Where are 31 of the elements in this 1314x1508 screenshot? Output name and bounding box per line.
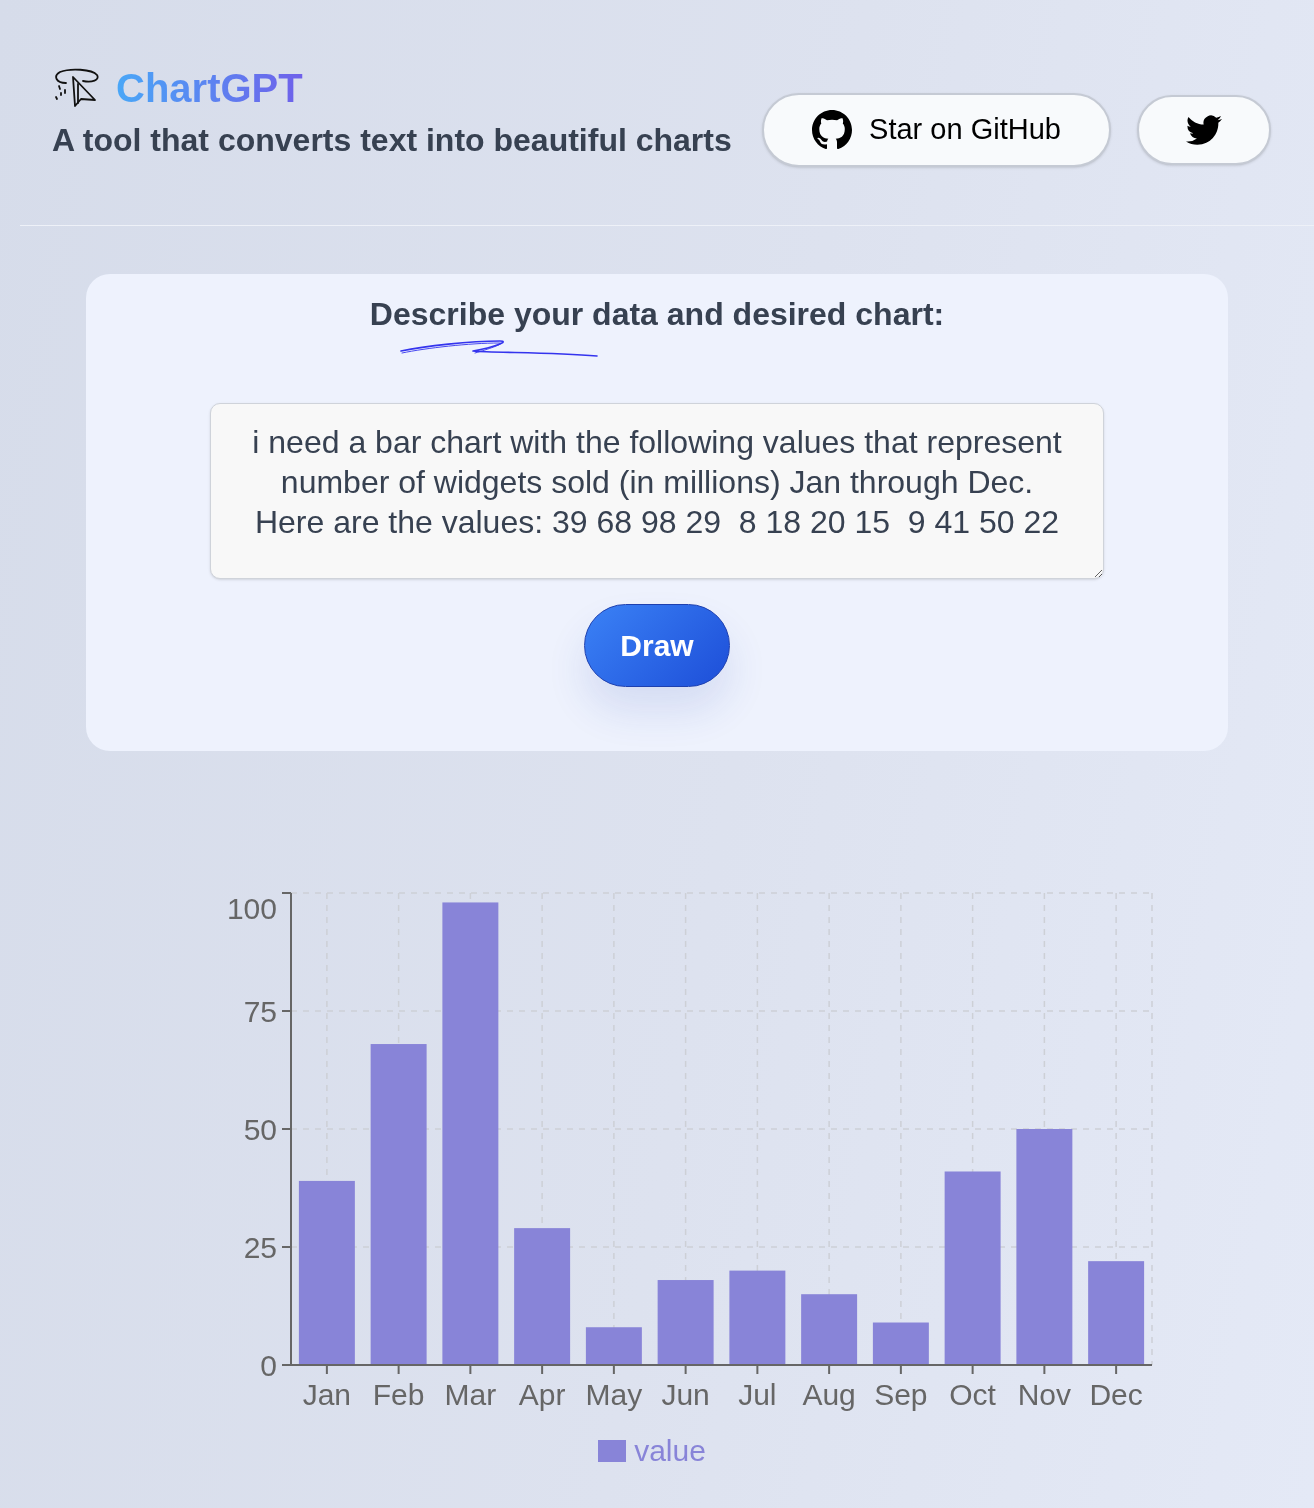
chart-bar xyxy=(585,1327,642,1365)
chart-bar xyxy=(801,1294,858,1365)
x-axis-label: Feb xyxy=(372,1377,425,1411)
prompt-textarea[interactable]: i need a bar chart with the following values that represent number of widgets sold (in millions) Jan through Dec. Here are the values: 39 68 98 29 8 18 20 15 9 41 50 22 xyxy=(210,403,1104,579)
x-axis-label: Dec xyxy=(1089,1377,1143,1411)
x-axis-label: Jan xyxy=(302,1377,352,1411)
x-axis-label: Mar xyxy=(444,1377,497,1411)
x-axis-label: Oct xyxy=(949,1377,996,1411)
tagline: A tool that converts text into beautiful charts xyxy=(52,122,732,158)
chart-bar xyxy=(872,1322,929,1365)
github-icon xyxy=(812,110,853,150)
legend-label: value xyxy=(634,1435,706,1467)
x-axis-label: Apr xyxy=(518,1377,566,1411)
bird-icon xyxy=(1186,115,1222,145)
x-axis-label: Sep xyxy=(874,1377,928,1411)
y-axis-label: 75 xyxy=(243,994,277,1028)
pointer-swirl-icon xyxy=(52,68,100,108)
x-axis-label: Jun xyxy=(661,1377,710,1411)
x-axis-label: May xyxy=(585,1377,643,1411)
y-axis-label: 25 xyxy=(243,1230,277,1264)
x-axis-label: Jul xyxy=(738,1377,777,1411)
y-axis-label: 100 xyxy=(226,891,277,925)
github-star-button[interactable]: Star on GitHub xyxy=(762,93,1111,167)
squiggle-icon xyxy=(399,338,598,358)
y-axis-label: 0 xyxy=(260,1348,277,1382)
bird-button[interactable] xyxy=(1137,95,1271,165)
y-axis-label: 50 xyxy=(243,1112,277,1146)
draw-button[interactable]: Draw xyxy=(584,604,730,687)
x-axis-label: Aug xyxy=(802,1377,856,1411)
form-heading: Describe your data and desired chart: xyxy=(369,296,945,332)
x-axis-label: Nov xyxy=(1017,1377,1072,1411)
